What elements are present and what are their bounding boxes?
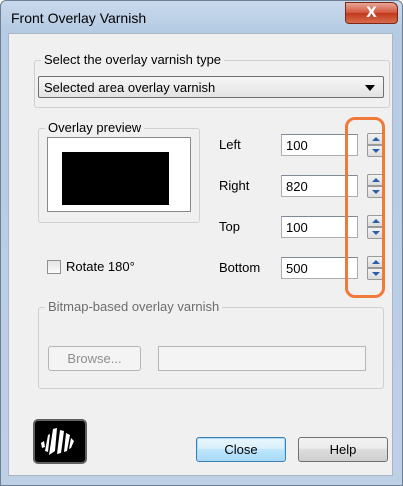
spinner-highlight-annotation <box>345 117 385 298</box>
zebra-logo-graphic <box>41 428 74 455</box>
help-button-label: Help <box>329 442 357 457</box>
title-bar[interactable]: Front Overlay Varnish X <box>1 1 402 35</box>
rotate-180-label: Rotate 180° <box>66 259 135 274</box>
varnish-type-selected-value: Selected area overlay varnish <box>44 80 216 95</box>
chevron-down-icon <box>365 85 375 91</box>
overlay-preview-group-label: Overlay preview <box>45 120 145 135</box>
rotate-180-checkbox[interactable] <box>47 260 61 274</box>
bitmap-path-field[interactable] <box>158 346 366 371</box>
left-label: Left <box>219 137 241 152</box>
window-close-button[interactable]: X <box>345 2 398 24</box>
zebra-logo-icon <box>33 419 87 464</box>
browse-button-label: Browse... <box>67 351 122 366</box>
close-button-label: Close <box>224 442 258 457</box>
help-button[interactable]: Help <box>298 437 388 462</box>
right-label: Right <box>219 178 250 193</box>
close-icon: X <box>366 5 377 21</box>
varnish-type-select[interactable]: Selected area overlay varnish <box>38 76 384 98</box>
varnish-type-group-label: Select the overlay varnish type <box>41 52 225 67</box>
browse-button[interactable]: Browse... <box>48 346 141 371</box>
top-label: Top <box>219 219 240 234</box>
window-title: Front Overlay Varnish <box>11 10 147 26</box>
close-button[interactable]: Close <box>196 437 286 462</box>
overlay-preview-canvas <box>47 137 191 212</box>
bottom-label: Bottom <box>219 260 261 275</box>
bitmap-overlay-group-label: Bitmap-based overlay varnish <box>45 299 223 314</box>
overlay-preview-area <box>62 152 169 205</box>
